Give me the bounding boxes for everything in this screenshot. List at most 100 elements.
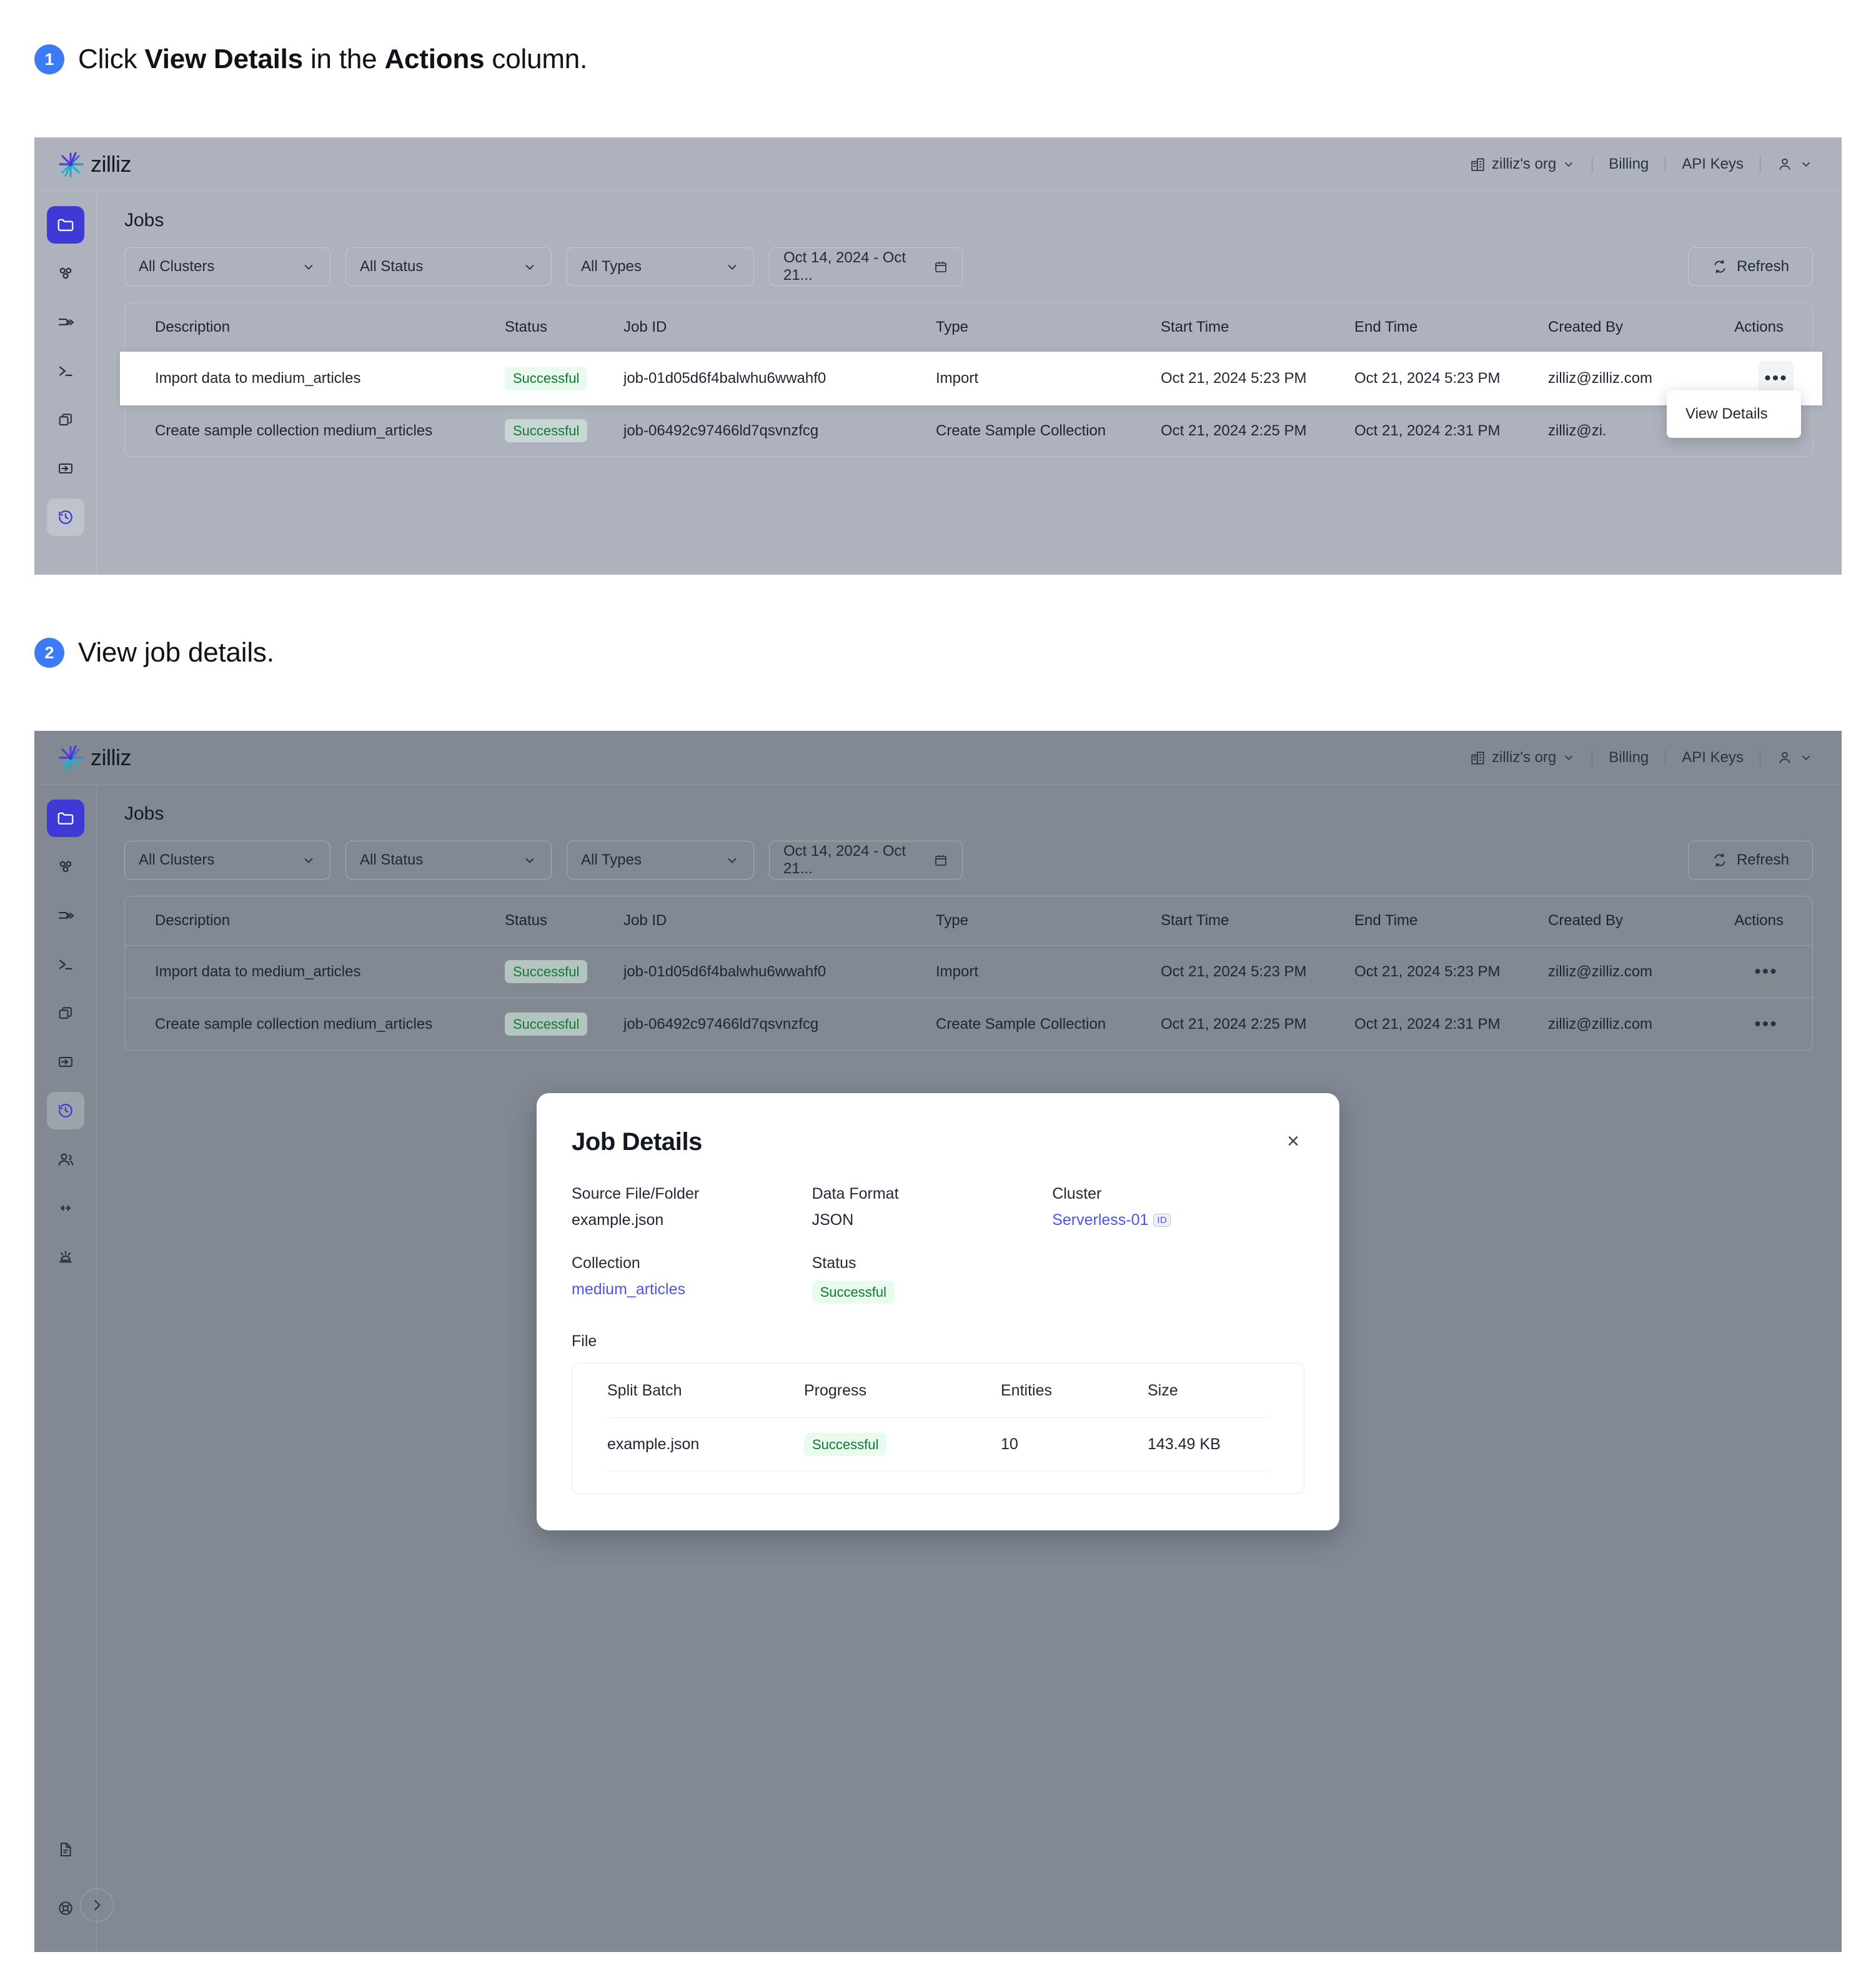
type-filter-select[interactable]: All Types [567,247,754,286]
chevron-down-icon [522,259,537,274]
table-row[interactable]: Create sample collection medium_articles… [125,404,1812,457]
nav-link-billing[interactable]: Billing [1592,749,1665,766]
refresh-icon [1712,852,1728,868]
sidebar-item-import[interactable] [47,1043,84,1081]
pipeline-icon [56,313,75,332]
table-row[interactable]: Create sample collection medium_articles… [125,998,1812,1050]
import-icon [57,1053,74,1071]
user-icon [1777,156,1793,172]
cluster-label: Cluster [1052,1185,1102,1202]
nav-link-billing[interactable]: Billing [1592,156,1665,173]
nav-link-api-keys[interactable]: API Keys [1665,156,1760,173]
close-icon[interactable]: × [1282,1128,1304,1154]
sidebar-item-pipelines[interactable] [47,304,84,341]
sidebar-item-clusters[interactable] [47,255,84,292]
cell-actions: ••• [1714,954,1807,989]
file-table-row: example.json Successful 10 143.49 KB [607,1417,1269,1472]
cell-job-id: job-01d05d6f4balwhu6wwahf0 [623,370,826,387]
col-start-time: Start Time [1161,912,1229,929]
user-menu[interactable] [1760,156,1813,172]
step-1-text: Click View Details in the Actions column… [78,44,587,75]
table-row-highlighted[interactable]: Import data to medium_articles Successfu… [120,352,1822,405]
cluster-value-wrap: Serverless-01 ID [1052,1211,1304,1229]
collection-link[interactable]: medium_articles [572,1281,812,1299]
cell-description: Import data to medium_articles [155,370,361,387]
sidebar-item-jobs[interactable] [46,1092,84,1129]
org-switcher[interactable]: zilliz's org [1470,749,1592,766]
chevron-down-icon [725,259,740,274]
user-menu[interactable] [1760,750,1813,766]
cell-split-batch: example.json [607,1435,700,1453]
date-range-picker[interactable]: Oct 14, 2024 - Oct 21... [769,841,963,879]
cluster-filter-select[interactable]: All Clusters [124,841,330,879]
date-range-picker[interactable]: Oct 14, 2024 - Oct 21... [769,247,963,286]
brand-logo[interactable]: zilliz [57,151,132,178]
sidebar-item-console[interactable] [47,946,84,983]
status-badge: Successful [505,367,588,390]
org-switcher[interactable]: zilliz's org [1470,156,1592,173]
brand-logo[interactable]: zilliz [57,744,132,771]
cluster-filter-select[interactable]: All Clusters [124,247,330,286]
sidebar-item-backups[interactable] [47,994,84,1032]
brand-name: zilliz [91,744,132,770]
table-row[interactable]: Import data to medium_articles Successfu… [125,945,1812,998]
col-created-by: Created By [1548,912,1624,929]
sidebar-item-docs[interactable] [47,1831,84,1868]
refresh-button[interactable]: Refresh [1688,247,1813,286]
folder-icon [56,809,75,828]
sidebar-item-import[interactable] [47,450,84,487]
sidebar-item-databases[interactable] [46,206,84,244]
sidebar-item-jobs[interactable] [46,498,84,536]
cell-size: 143.49 KB [1148,1435,1221,1453]
sidebar-item-pipelines[interactable] [47,897,84,934]
row-actions-button[interactable]: ••• [1749,1007,1784,1042]
type-filter-select[interactable]: All Types [567,841,754,879]
refresh-button[interactable]: Refresh [1688,841,1813,879]
file-table-footer-pad [607,1471,1269,1494]
sidebar-item-users[interactable] [47,1141,84,1178]
file-table-header-row: Split Batch Progress Entities Size [607,1364,1269,1417]
cluster-link[interactable]: Serverless-01 [1052,1211,1148,1229]
sidebar-item-databases[interactable] [46,800,84,837]
sidebar-item-lab[interactable] [47,1238,84,1276]
source-value: example.json [572,1211,664,1229]
menu-item-view-details[interactable]: View Details [1667,402,1801,427]
cell-end-time: Oct 21, 2024 5:23 PM [1354,963,1501,980]
sidebar-item-clusters[interactable] [47,848,84,886]
chevron-down-icon [301,853,316,868]
cell-type: Create Sample Collection [936,422,1106,439]
sidebar [34,785,114,1952]
building-icon [1470,750,1486,766]
document-icon [57,1841,74,1858]
jobs-table: Description Status Job ID Type Start Tim… [124,896,1813,1051]
sidebar-item-console[interactable] [47,352,84,390]
cell-entities: 10 [1001,1435,1018,1453]
modal-header: Job Details × [572,1128,1304,1156]
page-title: Jobs [124,210,164,230]
main-content: Jobs All Clusters All Status All Types O… [97,191,1842,575]
data-format-value: JSON [811,1211,854,1229]
table-header-row: Description Status Job ID Type Start Tim… [125,896,1812,945]
date-range-value: Oct 14, 2024 - Oct 21... [783,843,906,877]
cluster-icon [56,858,75,876]
sidebar-item-backups[interactable] [47,401,84,439]
calendar-icon [933,259,948,274]
cell-start-time: Oct 21, 2024 2:25 PM [1161,422,1307,439]
status-filter-select[interactable]: All Status [345,247,552,286]
col-job-id: Job ID [623,912,667,929]
sidebar-item-support[interactable] [47,1890,84,1927]
row-actions-button[interactable]: ••• [1749,954,1784,989]
status-filter-select[interactable]: All Status [345,841,552,879]
copy-id-icon[interactable]: ID [1153,1214,1171,1227]
step-1-post: column. [484,44,588,74]
sidebar-item-connect[interactable] [47,1189,84,1227]
cell-end-time: Oct 21, 2024 2:31 PM [1354,422,1501,439]
nav-link-api-keys[interactable]: API Keys [1665,749,1760,766]
cell-created-by: zilliz@zilliz.com [1548,1015,1653,1033]
status-filter-value: All Status [360,851,424,868]
cell-start-time: Oct 21, 2024 2:25 PM [1161,1015,1307,1033]
data-format-label: Data Format [811,1185,899,1202]
users-icon [56,1150,75,1169]
copy-icon [57,1004,74,1022]
step-2-text: View job details. [78,637,274,668]
